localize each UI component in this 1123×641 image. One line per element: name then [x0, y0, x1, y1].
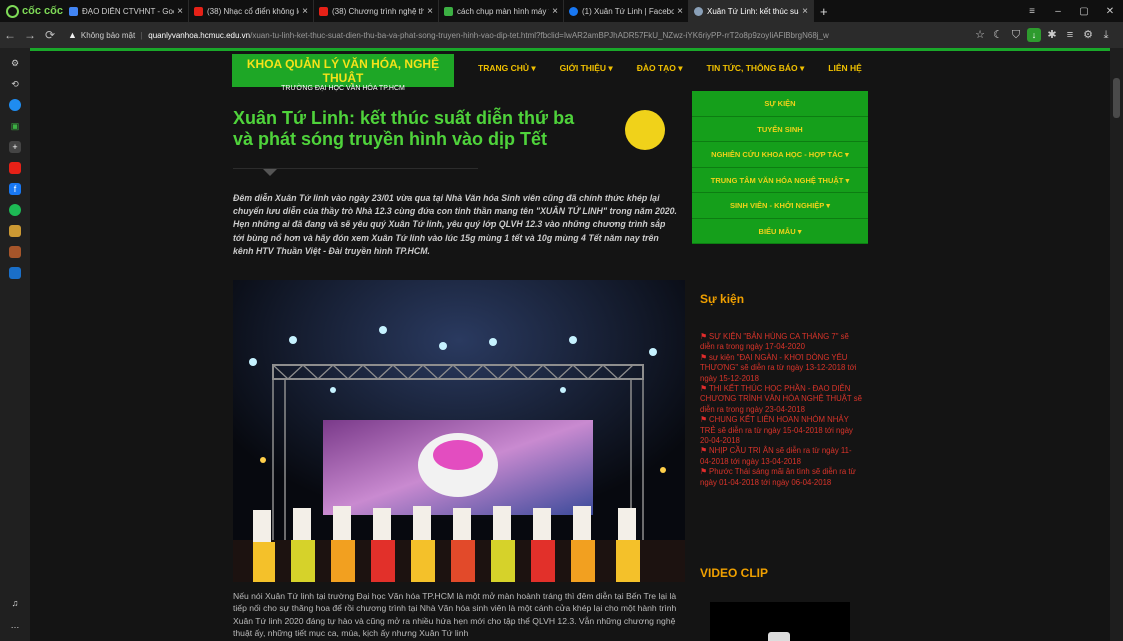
- sun-decoration-icon: [625, 110, 665, 150]
- menu-item-research[interactable]: NGHIÊN CỨU KHOA HỌC - HỢP TÁC ▾: [692, 142, 868, 168]
- playlist-icon[interactable]: ≡: [1061, 26, 1079, 44]
- close-tab-icon[interactable]: ×: [802, 6, 808, 17]
- flag-icon: ⚑: [700, 332, 707, 341]
- stage-performance-image: [233, 280, 685, 583]
- main-nav: TRANG CHỦ ▾ GIỚI THIỆU ▾ ĐÀO TẠO ▾ TIN T…: [478, 63, 886, 74]
- pen-icon: [444, 6, 453, 16]
- settings-icon[interactable]: ⚙: [1079, 26, 1097, 44]
- messenger-icon[interactable]: [9, 99, 21, 111]
- minimize-icon[interactable]: –: [1045, 6, 1071, 17]
- menu-item-students[interactable]: SINH VIÊN - KHỞI NGHIỆP ▾: [692, 193, 868, 219]
- extensions-icon[interactable]: ✱: [1043, 26, 1061, 44]
- event-item[interactable]: ⚑ NHỊP CẦU TRI ÂN sẽ diễn ra từ ngày 11-0…: [700, 446, 862, 467]
- nav-about[interactable]: GIỚI THIỆU ▾: [560, 63, 613, 74]
- vtv-icon[interactable]: [9, 225, 21, 237]
- add-icon[interactable]: +: [9, 141, 21, 153]
- flag-icon: ⚑: [700, 446, 707, 456]
- event-item[interactable]: ⚑ Phước Thái sáng mãi ân tình sẽ diễn ra …: [700, 467, 862, 488]
- news-icon[interactable]: [9, 267, 21, 279]
- youtube-icon[interactable]: [9, 162, 21, 174]
- youtube-icon: [194, 6, 203, 16]
- browser-tab[interactable]: (1) Xuân Tứ Linh | Facebook ×: [564, 0, 689, 22]
- event-item[interactable]: ⚑ CHUNG KẾT LIÊN HOAN NHÓM NHẢY TRẺ sẽ di…: [700, 415, 862, 446]
- star-icon[interactable]: ☆: [971, 26, 989, 44]
- browser-tab-active[interactable]: Xuân Tứ Linh: kết thúc suất d×: [689, 0, 814, 22]
- video-player[interactable]: [710, 602, 850, 641]
- menu-item-admissions[interactable]: TUYỂN SINH: [692, 116, 868, 142]
- coccoc-logo[interactable]: cốc cốc: [0, 0, 64, 22]
- close-tab-icon[interactable]: ×: [302, 6, 308, 17]
- event-item[interactable]: ⚑ SỰ KIỆN "BẢN HÙNG CA THÁNG 7" sẽ diễn r…: [700, 332, 862, 353]
- back-icon[interactable]: ←: [0, 28, 20, 42]
- right-menu: SỰ KIỆN TUYỂN SINH NGHIÊN CỨU KHOA HỌC -…: [692, 91, 868, 244]
- browser-tab[interactable]: (38) Nhạc cổ điển không lời l ×: [189, 0, 314, 22]
- close-window-icon[interactable]: ✕: [1097, 6, 1123, 17]
- youtube-icon: [319, 6, 328, 16]
- reload-icon[interactable]: ⟳: [40, 28, 60, 42]
- menu-item-events[interactable]: SỰ KIỆN: [692, 91, 868, 117]
- menu-icon[interactable]: ≡: [1019, 6, 1045, 17]
- flag-icon: ⚑: [700, 352, 707, 362]
- web-page: KHOA QUẢN LÝ VĂN HÓA, NGHỆ THUẬT TRƯỜNG …: [30, 48, 1110, 641]
- more-icon[interactable]: …: [9, 619, 21, 631]
- title-divider: [233, 168, 478, 176]
- nav-contact[interactable]: LIÊN HỆ: [828, 63, 862, 74]
- play-icon[interactable]: [768, 632, 790, 641]
- notification-icon[interactable]: ♫: [9, 597, 21, 609]
- events-list: ⚑ SỰ KIỆN "BẢN HÙNG CA THÁNG 7" sẽ diễn r…: [700, 332, 862, 488]
- nav-news[interactable]: TIN TỨC, THÔNG BÁO ▾: [707, 63, 805, 74]
- game-icon[interactable]: ▣: [9, 120, 21, 132]
- browser-tab[interactable]: ĐẠO DIỄN CTVHNT - Google×: [64, 0, 189, 22]
- nav-training[interactable]: ĐÀO TẠO ▾: [637, 63, 683, 74]
- download-icon[interactable]: ↓: [1027, 28, 1041, 42]
- nav-home[interactable]: TRANG CHỦ ▾: [478, 63, 536, 74]
- flag-icon: ⚑: [700, 384, 707, 394]
- close-tab-icon[interactable]: ×: [677, 6, 683, 17]
- browser-sidebar: ⚙ ⟲ ▣ + f ♫ …: [0, 48, 30, 641]
- history-icon[interactable]: ⟲: [9, 78, 21, 90]
- flag-icon: ⚑: [700, 467, 707, 477]
- browser-tab[interactable]: (38) Chương trình nghệ thuật×: [314, 0, 439, 22]
- download-arrow-icon[interactable]: ⤓: [1097, 26, 1115, 44]
- google-drive-icon: [69, 6, 78, 16]
- menu-item-arts-center[interactable]: TRUNG TÂM VĂN HÓA NGHỆ THUẬT ▾: [692, 167, 868, 193]
- forward-icon[interactable]: →: [20, 28, 40, 42]
- settings-icon[interactable]: ⚙: [9, 57, 21, 69]
- close-tab-icon[interactable]: ×: [552, 6, 558, 17]
- video-heading: VIDEO CLIP: [700, 566, 769, 580]
- article-photo: [233, 280, 685, 583]
- spotify-icon[interactable]: [9, 204, 21, 216]
- close-tab-icon[interactable]: ×: [427, 6, 433, 17]
- scrollbar-thumb[interactable]: [1113, 78, 1120, 118]
- facebook-icon: [569, 6, 578, 16]
- toolbar-icons: ☆ ☾ ⛉ ↓ ✱ ≡ ⚙ ⤓: [971, 26, 1115, 44]
- events-heading: Sự kiện: [700, 292, 745, 306]
- globe-icon: [694, 6, 703, 16]
- site-logo[interactable]: KHOA QUẢN LÝ VĂN HÓA, NGHỆ THUẬT TRƯỜNG …: [232, 54, 454, 92]
- moon-icon[interactable]: ☾: [989, 26, 1007, 44]
- window-controls: ≡ – ▢ ✕: [1019, 0, 1123, 22]
- coccoc-icon: [6, 4, 19, 18]
- header-accent-line: [30, 48, 1110, 51]
- flag-icon: ⚑: [700, 415, 707, 425]
- event-item[interactable]: ⚑ sự kiện "ĐẠI NGÀN - KHƠI DÒNG YÊU THƯƠN…: [700, 353, 862, 384]
- close-tab-icon[interactable]: ×: [177, 6, 183, 17]
- event-item[interactable]: ⚑ THI KẾT THÚC HỌC PHẦN - ĐẠO DIỄN CHƯƠNG…: [700, 384, 862, 415]
- address-bar: ← → ⟳ ▲ Không bảo mật | quanlyvanhoa.hcm…: [0, 22, 1123, 48]
- page-scrollbar[interactable]: [1110, 48, 1123, 641]
- app-icon[interactable]: [9, 246, 21, 258]
- facebook-icon[interactable]: f: [9, 183, 21, 195]
- article-body: Nếu nói Xuân Tứ linh tại trường Đại học …: [233, 591, 677, 639]
- browser-tab-bar: cốc cốc ĐẠO DIỄN CTVHNT - Google× (38) N…: [0, 0, 1123, 22]
- new-tab-button[interactable]: +: [820, 4, 828, 19]
- article-title: Xuân Tứ Linh: kết thúc suất diễn thứ ba …: [233, 108, 575, 149]
- menu-item-forms[interactable]: BIỂU MẪU ▾: [692, 218, 868, 244]
- warning-icon: ▲: [68, 30, 77, 40]
- maximize-icon[interactable]: ▢: [1071, 6, 1097, 17]
- browser-tab[interactable]: cách chụp màn hình máy tín ×: [439, 0, 564, 22]
- url-field[interactable]: ▲ Không bảo mật | quanlyvanhoa.hcmuc.edu…: [68, 26, 928, 44]
- article-lead: Đêm diễn Xuân Tứ linh vào ngày 23/01 vừa…: [233, 193, 677, 256]
- article: Xuân Tứ Linh: kết thúc suất diễn thứ ba …: [233, 100, 685, 640]
- shield-icon[interactable]: ⛉: [1007, 26, 1025, 44]
